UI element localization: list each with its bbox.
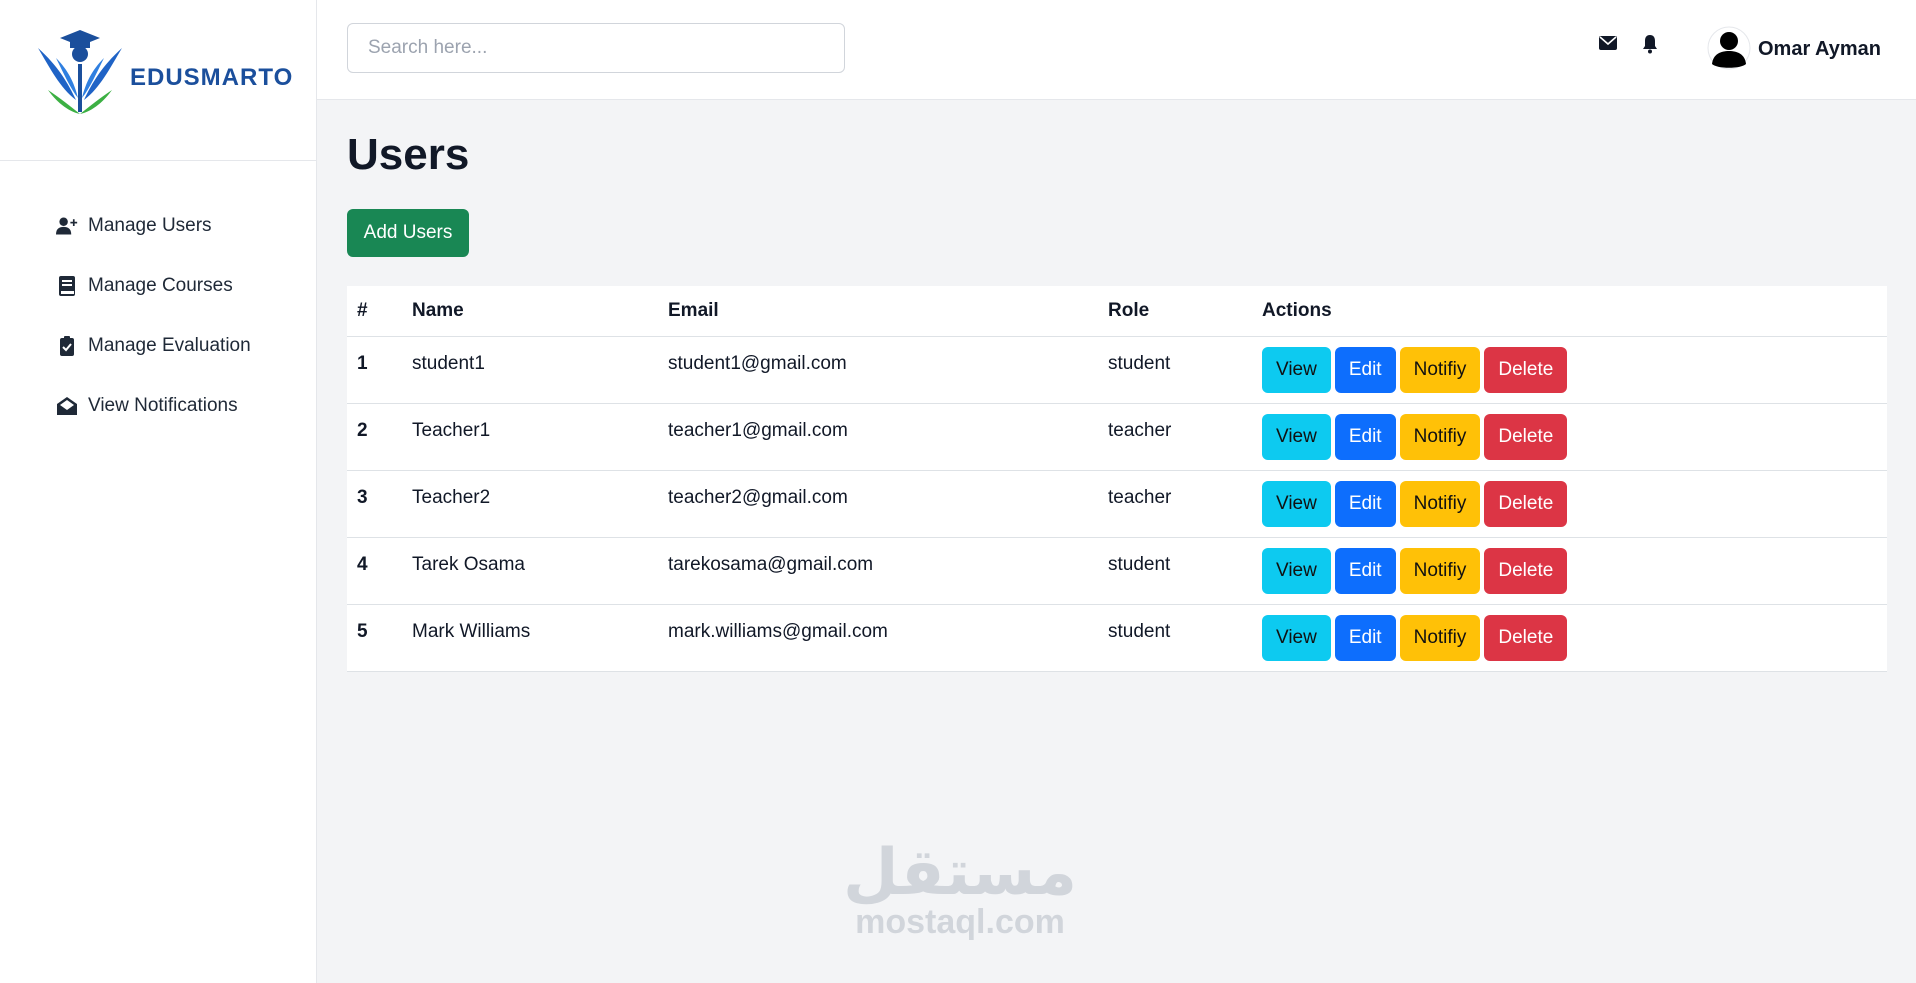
user-role-cell: student <box>1098 336 1252 404</box>
user-role-cell: student <box>1098 604 1252 672</box>
row-number: 4 <box>347 537 402 605</box>
user-plus-icon <box>56 215 78 237</box>
table-row: 5 Mark Williams mark.williams@gmail.com … <box>347 604 1887 672</box>
users-table: # Name Email Role Actions 1 student1 stu… <box>347 286 1887 672</box>
notify-button[interactable]: Notifiy <box>1399 347 1481 393</box>
row-number: 1 <box>347 336 402 404</box>
table-row: 2 Teacher1 teacher1@gmail.com teacher Vi… <box>347 403 1887 471</box>
delete-button[interactable]: Delete <box>1484 548 1568 594</box>
watermark-latin: mostaql.com <box>855 903 1065 941</box>
add-users-button[interactable]: Add Users <box>347 209 469 257</box>
sidebar-nav: Manage Users Manage Courses Manage Evalu… <box>0 196 316 436</box>
sidebar: EDUSMARTO Manage Users Manage Courses Ma… <box>0 0 317 983</box>
sidebar-item-label: Manage Evaluation <box>88 335 251 356</box>
watermark-arabic: مستقل <box>842 836 1078 908</box>
table-row: 3 Teacher2 teacher2@gmail.com teacher Vi… <box>347 470 1887 538</box>
column-header-name: Name <box>402 286 658 337</box>
user-email-cell: student1@gmail.com <box>658 336 1098 404</box>
user-role-cell: teacher <box>1098 470 1252 538</box>
table-row: 4 Tarek Osama tarekosama@gmail.com stude… <box>347 537 1887 605</box>
sidebar-item-manage-evaluation[interactable]: Manage Evaluation <box>0 316 316 376</box>
bell-icon[interactable] <box>1642 34 1658 59</box>
user-name-cell: Mark Williams <box>402 604 658 672</box>
table-header-row: # Name Email Role Actions <box>347 286 1887 337</box>
book-icon <box>56 275 78 297</box>
view-button[interactable]: View <box>1262 414 1331 460</box>
actions-cell: View Edit Notifiy Delete <box>1252 470 1887 538</box>
delete-button[interactable]: Delete <box>1484 615 1568 661</box>
user-email-cell: tarekosama@gmail.com <box>658 537 1098 605</box>
sidebar-item-label: View Notifications <box>88 395 238 416</box>
user-email-cell: teacher1@gmail.com <box>658 403 1098 471</box>
notify-button[interactable]: Notifiy <box>1399 414 1481 460</box>
user-email-cell: teacher2@gmail.com <box>658 470 1098 538</box>
envelope-icon[interactable] <box>1599 36 1617 55</box>
user-role-cell: student <box>1098 537 1252 605</box>
sidebar-item-manage-courses[interactable]: Manage Courses <box>0 256 316 316</box>
delete-button[interactable]: Delete <box>1484 347 1568 393</box>
row-number: 5 <box>347 604 402 672</box>
search-input[interactable] <box>347 23 845 73</box>
sidebar-item-manage-users[interactable]: Manage Users <box>0 196 316 256</box>
view-button[interactable]: View <box>1262 481 1331 527</box>
actions-cell: View Edit Notifiy Delete <box>1252 537 1887 605</box>
watermark: مستقل mostaql.com <box>840 840 1080 940</box>
notify-button[interactable]: Notifiy <box>1399 548 1481 594</box>
edusmarto-logo-icon <box>38 30 122 114</box>
column-header-role: Role <box>1098 286 1252 337</box>
brand-name: EDUSMARTO <box>130 64 294 91</box>
user-name-cell: student1 <box>402 336 658 404</box>
user-role-cell: teacher <box>1098 403 1252 471</box>
sidebar-item-view-notifications[interactable]: View Notifications <box>0 376 316 436</box>
envelope-open-icon <box>56 395 78 417</box>
user-name-cell: Tarek Osama <box>402 537 658 605</box>
user-avatar-icon <box>1707 26 1751 70</box>
view-button[interactable]: View <box>1262 347 1331 393</box>
edit-button[interactable]: Edit <box>1334 414 1396 460</box>
user-name-cell: Teacher1 <box>402 403 658 471</box>
delete-button[interactable]: Delete <box>1484 481 1568 527</box>
actions-cell: View Edit Notifiy Delete <box>1252 336 1887 404</box>
user-name-cell: Teacher2 <box>402 470 658 538</box>
avatar[interactable] <box>1707 26 1751 70</box>
sidebar-item-label: Manage Courses <box>88 275 233 296</box>
actions-cell: View Edit Notifiy Delete <box>1252 403 1887 471</box>
table-row: 1 student1 student1@gmail.com student Vi… <box>347 336 1887 404</box>
page-title: Users <box>347 130 470 179</box>
column-header-actions: Actions <box>1252 286 1887 337</box>
user-email-cell: mark.williams@gmail.com <box>658 604 1098 672</box>
edit-button[interactable]: Edit <box>1334 347 1396 393</box>
clipboard-check-icon <box>56 335 78 357</box>
notify-button[interactable]: Notifiy <box>1399 481 1481 527</box>
actions-cell: View Edit Notifiy Delete <box>1252 604 1887 672</box>
column-header-number: # <box>347 286 402 337</box>
view-button[interactable]: View <box>1262 548 1331 594</box>
brand-logo[interactable]: EDUSMARTO <box>0 0 316 161</box>
user-name[interactable]: Omar Ayman <box>1758 38 1881 61</box>
row-number: 2 <box>347 403 402 471</box>
sidebar-item-label: Manage Users <box>88 215 212 236</box>
edit-button[interactable]: Edit <box>1334 615 1396 661</box>
row-number: 3 <box>347 470 402 538</box>
edit-button[interactable]: Edit <box>1334 481 1396 527</box>
topbar: Omar Ayman <box>317 0 1916 100</box>
edit-button[interactable]: Edit <box>1334 548 1396 594</box>
delete-button[interactable]: Delete <box>1484 414 1568 460</box>
view-button[interactable]: View <box>1262 615 1331 661</box>
column-header-email: Email <box>658 286 1098 337</box>
notify-button[interactable]: Notifiy <box>1399 615 1481 661</box>
